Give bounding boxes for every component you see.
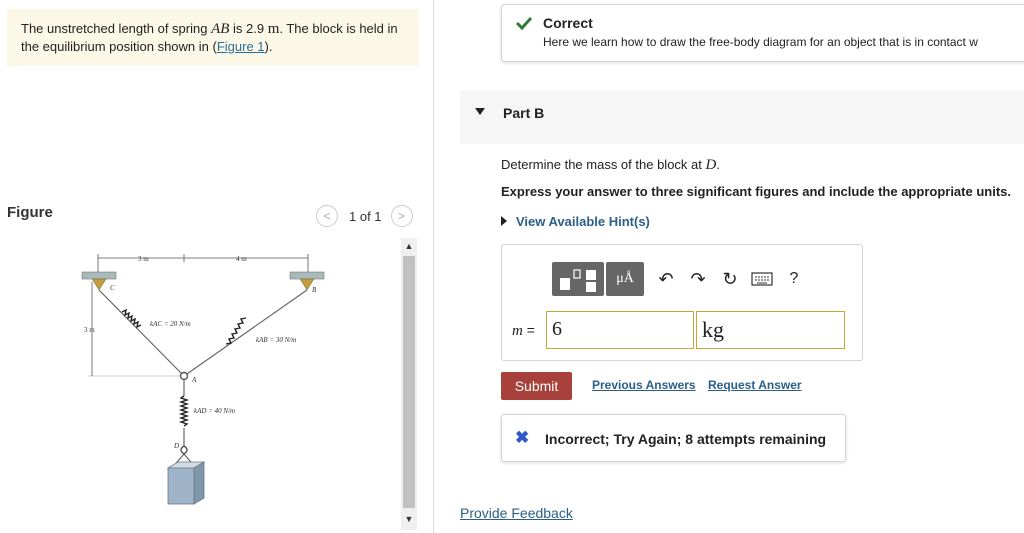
label-k-ad: kAD = 40 N/m (194, 407, 235, 415)
chevron-right-icon: > (398, 209, 406, 223)
problem-text-is: is 2.9 (229, 21, 268, 36)
previous-answers-link[interactable]: Previous Answers (592, 378, 696, 392)
close-x-icon: ✖ (515, 428, 530, 447)
correct-feedback-box (501, 4, 1024, 62)
submit-button[interactable]: Submit (501, 372, 572, 400)
answer-var: m (512, 323, 523, 339)
label-k-ab: kAB = 30 N/m (256, 336, 296, 344)
spring-diagram: 3 m 4 m 3 m C B kAC = 20 N/m kAB = 30 N/… (81, 254, 325, 505)
right-support (289, 271, 325, 280)
question-prefix: Determine the mass of the block at (501, 157, 706, 172)
answer-variable-label: m = (512, 322, 535, 340)
hints-label: View Available Hint(s) (516, 214, 650, 229)
question-var: D (705, 157, 717, 173)
next-figure-button[interactable]: > (390, 205, 413, 227)
problem-statement: The unstretched length of spring AB is 2… (7, 9, 419, 66)
block-d (167, 467, 195, 505)
question-suffix: . (716, 157, 720, 172)
unit-input[interactable]: kg (696, 311, 845, 349)
request-answer-link[interactable]: Request Answer (708, 378, 802, 392)
scroll-up-icon[interactable]: ▲ (401, 239, 417, 253)
label-k-ac: kAC = 20 N/m (150, 320, 191, 328)
view-hints-link[interactable]: View Available Hint(s) (501, 214, 650, 229)
prev-figure-button[interactable]: < (316, 205, 338, 227)
help-icon[interactable]: ? (778, 262, 810, 296)
chevron-left-icon: < (323, 209, 331, 223)
part-b-label[interactable]: Part B (503, 105, 544, 121)
redo-icon[interactable]: ↷ (682, 262, 714, 296)
value-input[interactable]: 6 (546, 311, 694, 349)
question-text: Determine the mass of the block at D. (501, 157, 720, 174)
spring-ac (121, 308, 142, 329)
spring-ad (178, 395, 190, 427)
figure-link[interactable]: Figure 1 (217, 39, 265, 54)
spring-name: AB (211, 21, 230, 37)
label-d: D (173, 442, 179, 450)
templates-icon (560, 269, 596, 292)
keyboard-icon[interactable] (746, 262, 778, 296)
reset-icon[interactable]: ↻ (714, 262, 746, 296)
label-b: B (312, 286, 317, 294)
templates-button[interactable] (552, 262, 604, 296)
page-indicator: 1 of 1 (349, 208, 382, 224)
left-support (81, 271, 117, 280)
length-unit: m (267, 21, 280, 37)
figure-title: Figure (7, 204, 53, 221)
instruction-text: Express your answer to three significant… (501, 184, 1011, 199)
label-a: A (191, 376, 197, 384)
collapse-caret-icon[interactable] (475, 108, 485, 115)
correct-title: Correct (543, 15, 593, 31)
problem-text-close: ). (264, 39, 273, 54)
part-b-header[interactable] (460, 90, 1024, 144)
figure-scrollbar-thumb[interactable] (403, 256, 415, 508)
figure-pager: < 1 of 1 > (316, 204, 413, 228)
expand-caret-icon (501, 216, 507, 226)
units-button[interactable]: μÅ (606, 262, 644, 296)
dim-top-right: 4 m (236, 255, 247, 263)
problem-text: The unstretched length of spring (21, 21, 212, 36)
scroll-down-icon[interactable]: ▼ (401, 512, 417, 526)
math-toolbar: μÅ ↶ ↷ ↻ ? (552, 262, 810, 296)
panel-divider (433, 0, 434, 533)
dim-left: 3 m (84, 326, 95, 334)
undo-icon[interactable]: ↶ (650, 262, 682, 296)
label-c: C (110, 284, 115, 292)
checkmark-icon (515, 16, 533, 30)
dim-top-left: 3 m (138, 255, 149, 263)
answer-equals: = (522, 322, 535, 338)
incorrect-message: Incorrect; Try Again; 8 attempts remaini… (545, 431, 827, 447)
provide-feedback-link[interactable]: Provide Feedback (460, 505, 573, 521)
correct-message: Here we learn how to draw the free-body … (543, 35, 978, 49)
